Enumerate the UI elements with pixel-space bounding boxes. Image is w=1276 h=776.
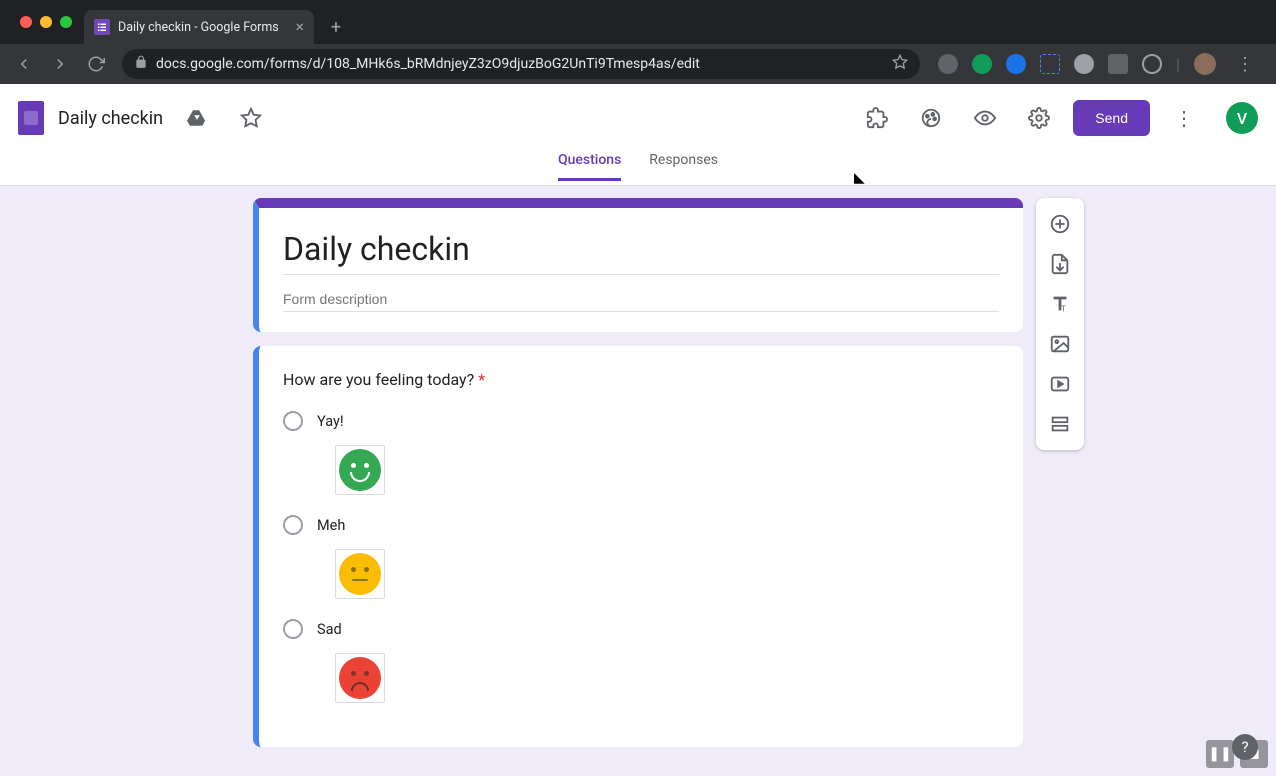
import-questions-icon[interactable] bbox=[1040, 244, 1080, 284]
floating-toolbar: T bbox=[1036, 198, 1084, 450]
ext-grey2-icon[interactable] bbox=[1108, 54, 1128, 74]
add-video-icon[interactable] bbox=[1040, 364, 1080, 404]
window-maximize[interactable] bbox=[60, 16, 72, 28]
sad-face-icon bbox=[339, 657, 381, 699]
svg-text:T: T bbox=[1061, 304, 1066, 314]
add-section-icon[interactable] bbox=[1040, 404, 1080, 444]
option-label[interactable]: Yay! bbox=[317, 413, 344, 430]
addons-icon[interactable] bbox=[857, 98, 897, 138]
more-menu-icon[interactable]: ⋮ bbox=[1164, 98, 1204, 138]
forms-favicon bbox=[94, 19, 110, 35]
neutral-face-icon bbox=[339, 553, 381, 595]
bookmark-star-icon[interactable] bbox=[892, 54, 908, 74]
theme-icon[interactable] bbox=[911, 98, 951, 138]
tab-title: Daily checkin - Google Forms bbox=[118, 20, 279, 35]
forms-logo-icon[interactable] bbox=[18, 101, 44, 135]
radio-icon[interactable] bbox=[283, 515, 303, 535]
tab-responses[interactable]: Responses bbox=[649, 152, 718, 178]
option-image[interactable] bbox=[335, 445, 385, 495]
ext-mail-icon[interactable] bbox=[972, 54, 992, 74]
window-controls bbox=[8, 0, 84, 44]
profile-avatar-icon[interactable] bbox=[1194, 53, 1216, 75]
star-icon[interactable] bbox=[231, 98, 271, 138]
option-sad[interactable]: Sad bbox=[283, 619, 999, 703]
option-label[interactable]: Sad bbox=[317, 621, 342, 638]
move-to-drive-icon[interactable] bbox=[177, 98, 217, 138]
tab-strip: Daily checkin - Google Forms × + bbox=[0, 0, 1276, 44]
browser-menu-icon[interactable]: ⋮ bbox=[1230, 54, 1260, 75]
add-title-icon[interactable]: T bbox=[1040, 284, 1080, 324]
window-minimize[interactable] bbox=[40, 16, 52, 28]
radio-icon[interactable] bbox=[283, 411, 303, 431]
ext-drive-icon[interactable] bbox=[938, 54, 958, 74]
option-label[interactable]: Meh bbox=[317, 517, 345, 534]
new-tab-button[interactable]: + bbox=[322, 13, 350, 41]
option-image[interactable] bbox=[335, 549, 385, 599]
url-text: docs.google.com/forms/d/108_MHk6s_bRMdnj… bbox=[156, 56, 700, 72]
ext-circle-icon[interactable] bbox=[1142, 54, 1162, 74]
window-close[interactable] bbox=[20, 16, 32, 28]
settings-icon[interactable] bbox=[1019, 98, 1059, 138]
account-avatar[interactable]: V bbox=[1226, 102, 1258, 134]
question-card[interactable]: How are you feeling today?* Yay! Meh bbox=[253, 346, 1023, 747]
ext-grey1-icon[interactable] bbox=[1074, 54, 1094, 74]
tab-questions[interactable]: Questions bbox=[558, 152, 621, 181]
add-question-icon[interactable] bbox=[1040, 204, 1080, 244]
app-header: Daily checkin Send ⋮ V bbox=[0, 84, 1276, 152]
happy-face-icon bbox=[339, 449, 381, 491]
required-star-icon: * bbox=[478, 370, 485, 389]
browser-tab[interactable]: Daily checkin - Google Forms × bbox=[84, 10, 314, 44]
help-button[interactable]: ? bbox=[1232, 734, 1258, 760]
extension-icons: | ⋮ bbox=[930, 53, 1268, 75]
option-image[interactable] bbox=[335, 653, 385, 703]
preview-icon[interactable] bbox=[965, 98, 1005, 138]
tab-close-icon[interactable]: × bbox=[295, 19, 304, 35]
ext-blue-icon[interactable] bbox=[1006, 54, 1026, 74]
question-text: How are you feeling today? bbox=[283, 370, 474, 389]
forward-button[interactable] bbox=[44, 48, 76, 80]
pause-icon[interactable]: ❚❚ bbox=[1206, 740, 1234, 768]
question-title[interactable]: How are you feeling today?* bbox=[283, 370, 999, 389]
address-bar[interactable]: docs.google.com/forms/d/108_MHk6s_bRMdnj… bbox=[122, 49, 920, 79]
send-button[interactable]: Send bbox=[1073, 100, 1150, 136]
lock-icon bbox=[134, 55, 148, 73]
form-canvas: Daily checkin How are you feeling today?… bbox=[0, 186, 1276, 776]
browser-chrome: Daily checkin - Google Forms × + docs.go… bbox=[0, 0, 1276, 84]
back-button[interactable] bbox=[8, 48, 40, 80]
add-image-icon[interactable] bbox=[1040, 324, 1080, 364]
reload-button[interactable] bbox=[80, 48, 112, 80]
radio-icon[interactable] bbox=[283, 619, 303, 639]
ext-notion-icon[interactable] bbox=[1040, 54, 1060, 74]
title-card[interactable]: Daily checkin bbox=[253, 198, 1023, 332]
form-name[interactable]: Daily checkin bbox=[58, 108, 163, 129]
form-tabs: Questions Responses bbox=[0, 152, 1276, 186]
form-title[interactable]: Daily checkin bbox=[283, 230, 999, 275]
option-meh[interactable]: Meh bbox=[283, 515, 999, 599]
option-yay[interactable]: Yay! bbox=[283, 411, 999, 495]
address-bar-row: docs.google.com/forms/d/108_MHk6s_bRMdnj… bbox=[0, 44, 1276, 84]
form-description-input[interactable] bbox=[283, 287, 999, 312]
